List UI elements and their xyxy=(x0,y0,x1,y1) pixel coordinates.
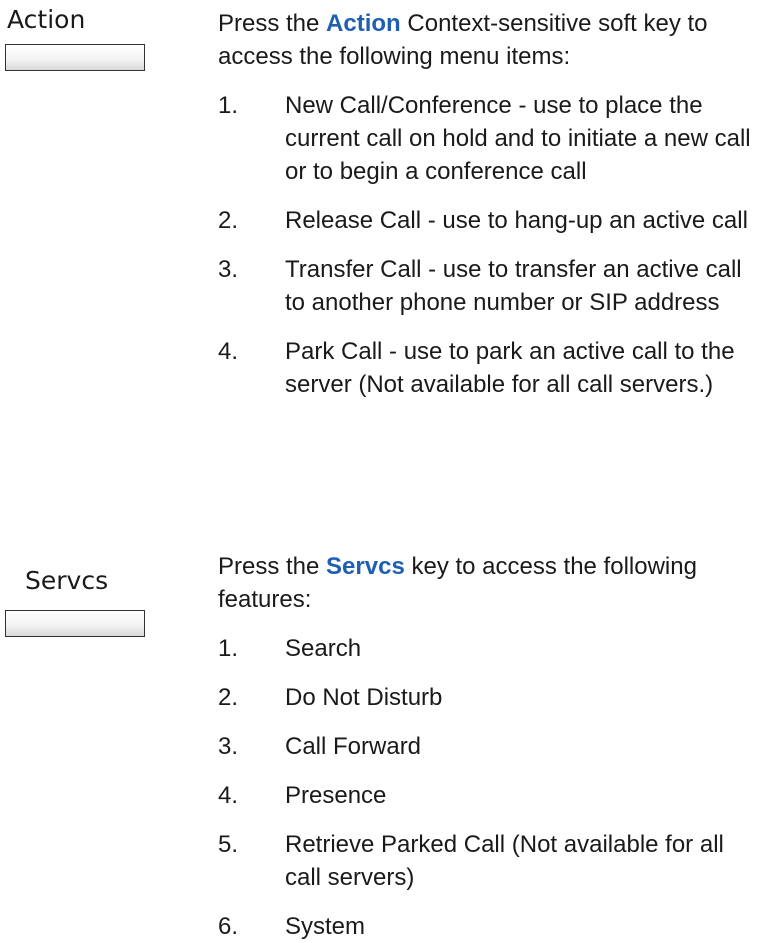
list-item: 3. Transfer Call - use to transfer an act… xyxy=(218,256,742,316)
servcs-section: Press the Servcs key to access the follo… xyxy=(218,550,753,943)
action-highlight: Action xyxy=(326,10,401,37)
servcs-key-label: Servcs xyxy=(25,566,109,595)
action-key-label: Action xyxy=(7,5,86,34)
servcs-soft-key-icon xyxy=(5,610,145,637)
list-item: 3. Call Forward xyxy=(218,733,422,760)
list-item: 2. Do Not Disturb xyxy=(218,684,443,711)
action-section: Press the Action Context-sensitive soft … xyxy=(218,7,753,401)
servcs-feature-list: 1. Search 2. Do Not Disturb 3. Call Forward… xyxy=(218,632,753,943)
list-item: 2. Release Call - use to hang-up an activ… xyxy=(218,207,748,234)
servcs-intro: Press the Servcs key to access the follo… xyxy=(218,553,697,613)
list-item: 4. Presence xyxy=(218,782,387,809)
action-intro: Press the Action Context-sensitive soft … xyxy=(218,10,708,70)
list-item: 4. Park Call - use to park an active call… xyxy=(218,338,735,398)
list-item: 1. New Call/Conference - use to place the… xyxy=(218,92,751,185)
list-item: 1. Search xyxy=(218,635,362,662)
action-soft-key-icon xyxy=(5,44,145,71)
list-item: 6. System xyxy=(218,913,366,940)
servcs-highlight: Servcs xyxy=(326,553,405,580)
list-item: 5. Retrieve Parked Call (Not available fo… xyxy=(218,831,724,891)
action-menu-list: 1. New Call/Conference - use to place the… xyxy=(218,89,753,401)
